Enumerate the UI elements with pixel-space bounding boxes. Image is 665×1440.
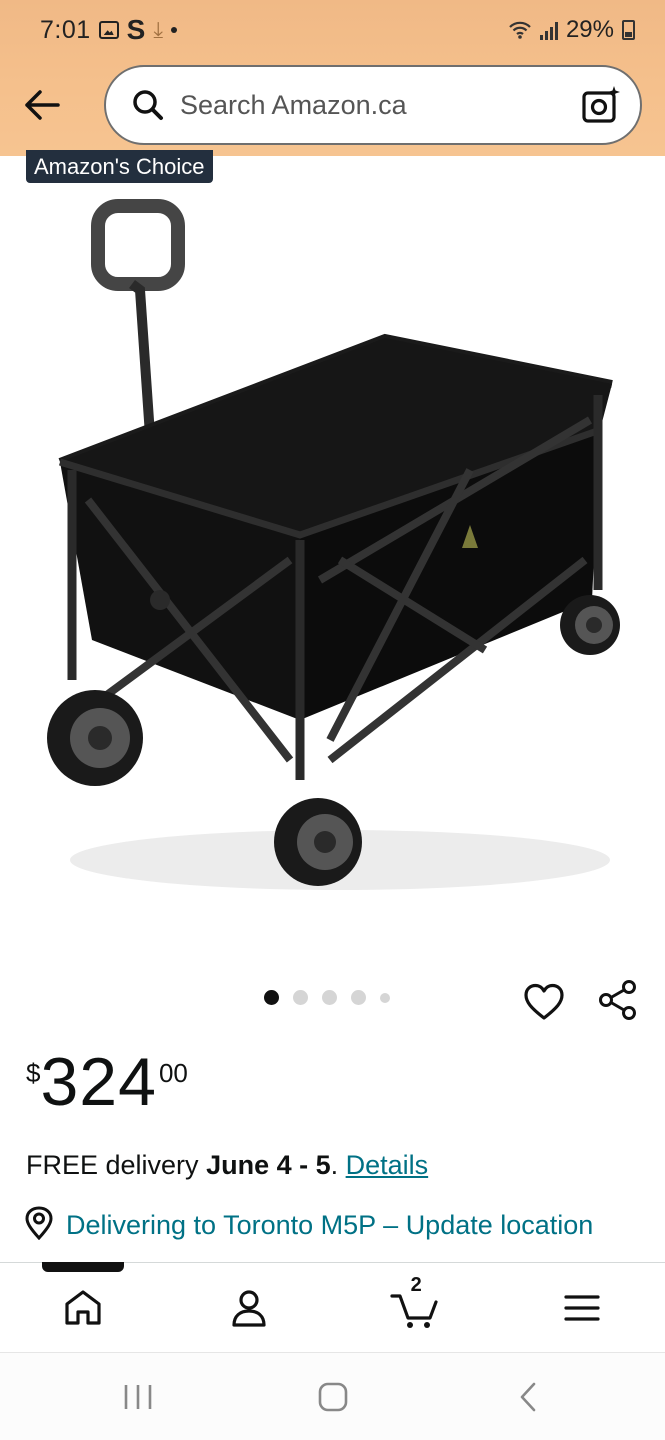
s-app-notification-icon: S [126, 14, 146, 45]
carousel-dot-2[interactable] [293, 990, 308, 1005]
nav-cart[interactable]: 2 [376, 1268, 456, 1348]
active-tab-indicator [42, 1262, 124, 1272]
location-pin-icon [25, 1206, 53, 1240]
camera-search-icon[interactable] [580, 84, 622, 126]
home-icon [65, 1289, 101, 1325]
nav-account[interactable] [209, 1268, 289, 1348]
carousel-dot-1[interactable] [264, 990, 279, 1005]
back-system-button[interactable] [488, 1367, 568, 1427]
gallery-notification-icon [98, 21, 119, 39]
system-navigation-bar [0, 1352, 665, 1440]
delivery-dates: June 4 - 5 [206, 1150, 331, 1180]
price-whole: 324 [40, 1044, 157, 1120]
delivery-info: FREE delivery June 4 - 5. Details [26, 1150, 428, 1181]
nav-menu[interactable] [542, 1268, 622, 1348]
menu-icon [564, 1294, 600, 1321]
home-square-icon [318, 1382, 347, 1411]
carousel-dot-4[interactable] [351, 990, 366, 1005]
share-icon [599, 980, 636, 1020]
delivery-details-link[interactable]: Details [346, 1150, 429, 1180]
chevron-left-icon [520, 1382, 535, 1411]
download-notification-icon: ⤓ [153, 17, 164, 42]
price-currency-symbol: $ [26, 1058, 41, 1088]
delivery-location[interactable]: Delivering to Toronto M5P – Update locat… [24, 1206, 606, 1262]
carousel-dot-3[interactable] [322, 990, 337, 1005]
carousel-dot-5[interactable] [380, 992, 390, 1003]
add-to-wishlist-button[interactable] [520, 978, 568, 1026]
nav-home[interactable] [43, 1268, 123, 1348]
recent-apps-icon [124, 1384, 151, 1409]
amazons-choice-badge: Amazon's Choice [26, 150, 213, 183]
price-fraction: 00 [158, 1058, 188, 1088]
search-row [0, 62, 665, 148]
share-button[interactable] [594, 976, 642, 1024]
heart-icon [524, 983, 564, 1020]
wifi-icon [508, 20, 532, 40]
product-price: $ 324 00 [26, 1048, 188, 1116]
cart-count-badge: 2 [410, 1273, 422, 1296]
status-left: 7:01 S ⤓ [40, 14, 178, 46]
recent-apps-button[interactable] [98, 1367, 178, 1427]
arrow-left-icon [25, 90, 60, 120]
delivery-separator: . [330, 1150, 346, 1180]
search-input[interactable] [180, 80, 580, 130]
search-bar[interactable] [104, 65, 642, 145]
status-right: 29% [508, 16, 635, 44]
bottom-navigation: 2 [0, 1262, 665, 1352]
battery-icon [622, 20, 635, 40]
battery-percent: 29% [565, 16, 614, 43]
search-icon [133, 90, 163, 120]
status-time: 7:01 [40, 15, 91, 44]
image-carousel-dots [264, 990, 390, 1005]
status-bar: 7:01 S ⤓ 29% [0, 0, 665, 60]
product-image-wagon[interactable] [0, 185, 665, 955]
signal-icon [539, 20, 558, 40]
more-notifications-icon [171, 27, 178, 33]
delivery-prefix: FREE delivery [26, 1150, 207, 1180]
back-button[interactable] [12, 75, 72, 135]
location-text[interactable]: Delivering to Toronto M5P – Update locat… [66, 1206, 606, 1244]
account-icon [232, 1289, 266, 1327]
home-system-button[interactable] [293, 1367, 373, 1427]
